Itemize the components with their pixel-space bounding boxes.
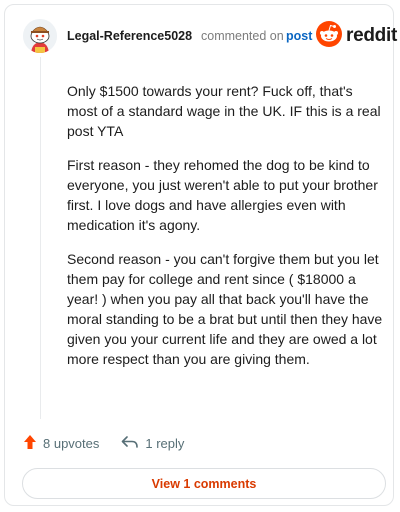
comment-action-text: commented on — [201, 29, 284, 43]
comment-paragraph: Second reason - you can't forgive them b… — [67, 251, 383, 367]
reply-button[interactable]: 1 reply — [121, 435, 184, 452]
arrow-up-icon — [23, 434, 37, 453]
thread-line — [40, 57, 41, 419]
upvote-button[interactable]: 8 upvotes — [23, 434, 99, 453]
post-link[interactable]: post — [286, 29, 312, 43]
reddit-brand[interactable]: reddit — [316, 20, 397, 52]
reddit-wordmark: reddit — [346, 25, 397, 46]
comment-paragraph: Only $1500 towards your rent? Fuck off, … — [67, 83, 381, 139]
comment-username[interactable]: Legal-Reference5028 — [67, 29, 192, 43]
upvotes-count: 8 upvotes — [43, 435, 100, 451]
comment-body: Only $1500 towards your rent? Fuck off, … — [67, 81, 385, 383]
user-avatar[interactable] — [23, 19, 57, 53]
comment-card: Legal-Reference5028 commented on post re… — [4, 4, 397, 506]
comment-footer: 8 upvotes 1 reply — [23, 433, 184, 453]
reddit-snoo-icon — [316, 20, 342, 52]
replies-count: 1 reply — [145, 435, 185, 451]
view-comments-button[interactable]: View 1 comments — [22, 468, 386, 499]
reply-arrow-icon — [121, 435, 139, 452]
comment-paragraph: First reason - they rehomed the dog to b… — [67, 157, 378, 233]
